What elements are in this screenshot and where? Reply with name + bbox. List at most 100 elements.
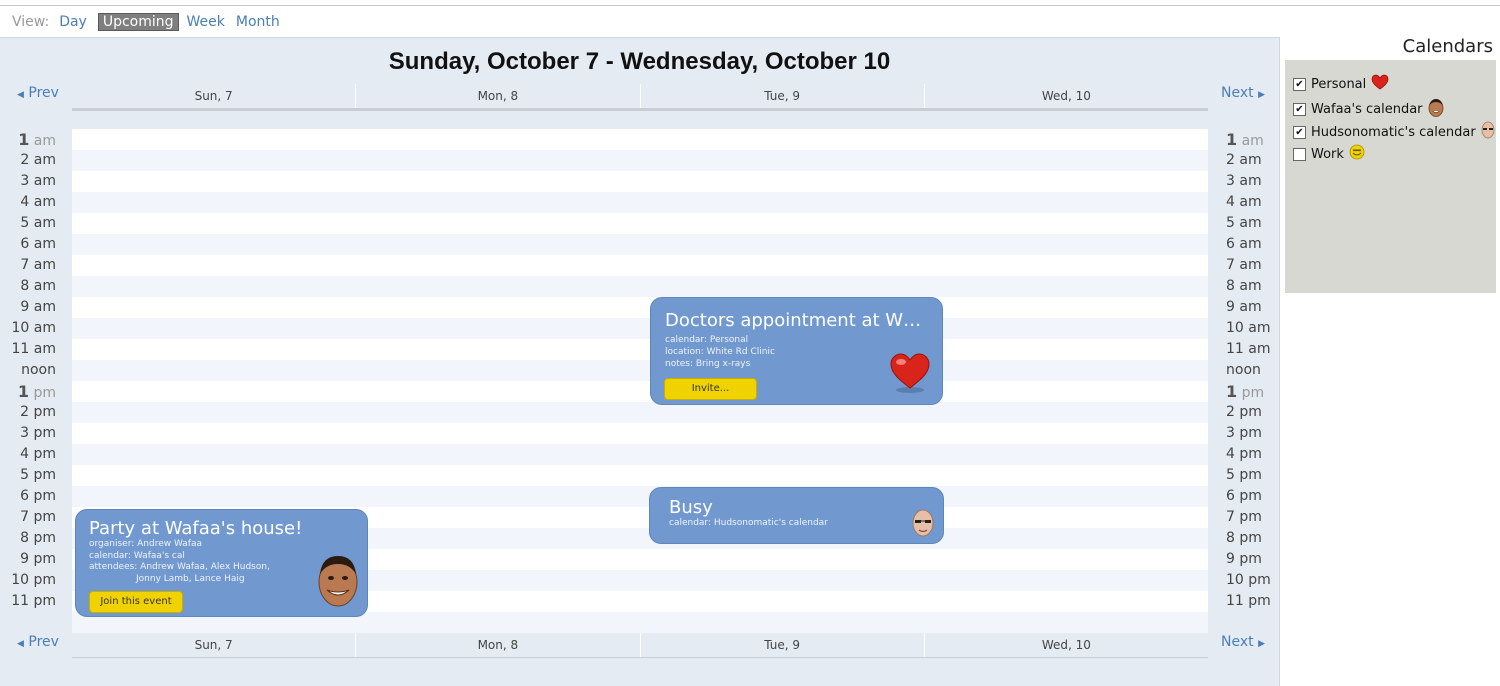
calendars-panel: ✔ Personal ✔ Wafaa's calendar ✔ Hudsonom… (1285, 60, 1496, 293)
hour-suffix: pm (1239, 467, 1262, 483)
hour-label: 2 am (1211, 150, 1281, 171)
day-header-tue[interactable]: Tue, 9 (639, 633, 924, 657)
hour-suffix: pm (1248, 593, 1271, 609)
hour-label: 7 am (1211, 255, 1281, 276)
view-week-link[interactable]: Week (187, 14, 225, 30)
hour-suffix: am (1248, 341, 1271, 357)
day-header-tue[interactable]: Tue, 9 (639, 84, 924, 108)
next-link-top[interactable]: Next ▶ (1221, 85, 1265, 101)
left-arrow-icon: ◀ (17, 90, 24, 100)
hour-number: 9 (1226, 551, 1235, 567)
hour-suffix: am (33, 299, 56, 315)
right-arrow-icon: ▶ (1258, 639, 1265, 649)
hour-number: 6 (20, 236, 30, 252)
hour-label: 4 pm (1211, 444, 1281, 465)
hour-row[interactable] (72, 276, 1208, 297)
prev-label: Prev (28, 85, 59, 101)
hour-label: 5 am (0, 213, 70, 234)
event-organiser: organiser: Andrew Wafaa (89, 539, 203, 549)
hour-row[interactable] (72, 213, 1208, 234)
hour-row[interactable] (72, 192, 1208, 213)
hour-suffix: pm (1239, 425, 1262, 441)
event-attendees-cont: Jonny Lamb, Lance Haig (136, 573, 245, 584)
bald-man-avatar-icon (1481, 121, 1495, 143)
join-event-button[interactable]: Join this event (89, 591, 183, 613)
hour-row[interactable] (72, 486, 1208, 507)
hour-label: 9 pm (0, 549, 70, 570)
hour-row[interactable] (72, 339, 1208, 360)
hour-label: noon (1211, 360, 1281, 381)
hour-suffix: am (1239, 257, 1262, 273)
hour-row[interactable] (72, 402, 1208, 423)
hour-row[interactable] (72, 465, 1208, 486)
view-upcoming-link[interactable]: Upcoming (97, 13, 179, 31)
hour-number: 2 (1226, 152, 1235, 168)
hour-row[interactable] (72, 234, 1208, 255)
calendar-checkbox[interactable]: ✔ (1293, 77, 1306, 91)
event-busy[interactable]: Busy calendar: Hudsonomatic's calendar (649, 487, 944, 544)
event-party[interactable]: Party at Wafaa's house! organiser: Andre… (75, 509, 368, 617)
hour-row[interactable] (72, 444, 1208, 465)
hour-label: 3 pm (1211, 423, 1281, 444)
hour-label: 5 am (1211, 213, 1281, 234)
day-header-wed[interactable]: Wed, 10 (923, 633, 1208, 657)
calendar-checkbox[interactable] (1293, 147, 1306, 161)
next-link-bottom[interactable]: Next ▶ (1221, 634, 1265, 650)
hour-number: 9 (20, 551, 30, 567)
view-month-link[interactable]: Month (236, 14, 280, 30)
hour-suffix: pm (33, 446, 56, 462)
calendar-checkbox[interactable]: ✔ (1293, 125, 1306, 139)
prev-link-top[interactable]: ◀ Prev (17, 85, 59, 101)
hour-row[interactable] (72, 129, 1208, 150)
hour-label: 2 pm (0, 402, 70, 423)
hour-row[interactable] (72, 297, 1208, 318)
hour-suffix: pm (33, 385, 56, 401)
event-title: Doctors appointment at Wh... (665, 310, 927, 331)
hour-label: 3 am (1211, 171, 1281, 192)
view-day-link[interactable]: Day (59, 14, 87, 30)
day-header-top: Sun, 7 Mon, 8 Tue, 9 Wed, 10 (72, 84, 1208, 111)
calendar-item-wafaa[interactable]: ✔ Wafaa's calendar (1293, 97, 1444, 121)
hour-number: 7 (1226, 257, 1235, 273)
calendar-item-work[interactable]: Work (1293, 144, 1365, 164)
hour-suffix: pm (1239, 446, 1262, 462)
hour-suffix: am (33, 320, 56, 336)
calendar-item-hudsonomatic[interactable]: ✔ Hudsonomatic's calendar (1293, 121, 1495, 143)
hour-row[interactable] (72, 150, 1208, 171)
hour-number: 5 (1226, 467, 1235, 483)
day-header-sun[interactable]: Sun, 7 (72, 633, 355, 657)
hour-suffix: am (33, 152, 56, 168)
calendar-checkbox[interactable]: ✔ (1293, 102, 1306, 116)
hour-number: 8 (1226, 530, 1235, 546)
hour-number: 3 (20, 425, 30, 441)
event-details: calendar: Personal location: White Rd Cl… (665, 334, 775, 370)
calendar-name: Work (1311, 146, 1344, 162)
day-header-mon[interactable]: Mon, 8 (355, 633, 639, 657)
hour-row[interactable] (72, 381, 1208, 402)
right-arrow-icon: ▶ (1258, 90, 1265, 100)
hour-label: 7 pm (1211, 507, 1281, 528)
event-title: Busy (669, 497, 713, 518)
hour-label: 4 am (0, 192, 70, 213)
hour-label: 9 pm (1211, 549, 1281, 570)
day-header-mon[interactable]: Mon, 8 (355, 84, 639, 108)
hour-number: 4 (1226, 446, 1235, 462)
day-header-sun[interactable]: Sun, 7 (72, 84, 355, 108)
calendar-item-personal[interactable]: ✔ Personal (1293, 74, 1389, 94)
hour-label: 10 am (1211, 318, 1281, 339)
hour-row[interactable] (72, 360, 1208, 381)
prev-link-bottom[interactable]: ◀ Prev (17, 634, 59, 650)
hour-number: 5 (20, 215, 30, 231)
hour-label: 1 pm (0, 381, 70, 402)
hour-row[interactable] (72, 318, 1208, 339)
event-calendar: calendar: Hudsonomatic's calendar (669, 518, 828, 528)
event-doctors-appointment[interactable]: Doctors appointment at Wh... calendar: P… (650, 297, 943, 405)
hour-row[interactable] (72, 423, 1208, 444)
hour-row[interactable] (72, 171, 1208, 192)
event-calendar: calendar: Personal (665, 335, 749, 345)
event-calendar: calendar: Wafaa's cal (89, 550, 185, 561)
invite-button[interactable]: Invite... (664, 378, 757, 400)
day-header-wed[interactable]: Wed, 10 (923, 84, 1208, 108)
hour-label: 10 am (0, 318, 70, 339)
hour-row[interactable] (72, 255, 1208, 276)
